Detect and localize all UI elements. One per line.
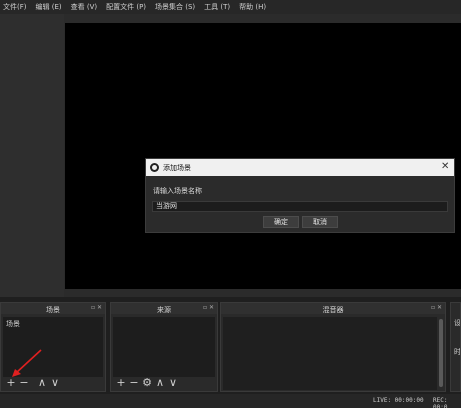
scene-name-label: 请输入场景名称: [153, 187, 202, 195]
dialog-titlebar[interactable]: 添加场景 ✕: [146, 159, 454, 176]
menu-edit[interactable]: 编辑 (E): [36, 2, 62, 12]
controls-dock: 设 时: [450, 302, 461, 392]
dock-controls[interactable]: ▫ ✕: [203, 304, 214, 311]
menu-bar: 文件(F) 编辑 (E) 查看 (V) 配置文件 (P) 场景集合 (S) 工具…: [0, 0, 461, 14]
preview-canvas[interactable]: [65, 23, 461, 289]
dock-header: 来源 ▫ ✕: [111, 303, 217, 314]
live-timer: LIVE: 00:00:00: [373, 397, 424, 404]
dock-header: 场景 ▫ ✕: [1, 303, 105, 314]
list-item[interactable]: 场景: [6, 319, 20, 329]
menu-tools[interactable]: 工具 (T): [204, 2, 230, 12]
rec-timer: REC: 00:0: [433, 397, 448, 408]
ok-button[interactable]: 确定: [263, 216, 299, 228]
menu-view[interactable]: 查看 (V): [71, 2, 97, 12]
move-down-button[interactable]: ∨: [168, 376, 178, 389]
source-list[interactable]: [113, 317, 215, 377]
add-scene-dialog: 添加场景 ✕ 请输入场景名称 当游网 确定 取消: [145, 158, 455, 233]
dock-title: 场景: [46, 306, 60, 314]
menu-profile[interactable]: 配置文件 (P): [106, 2, 146, 12]
menu-file[interactable]: 文件(F): [3, 2, 27, 12]
remove-scene-button[interactable]: −: [19, 376, 29, 389]
dock-title: 混音器: [322, 306, 344, 314]
audio-mixer-dock: 混音器 ▫ ✕: [220, 302, 446, 392]
sources-dock: 来源 ▫ ✕ + − ⚙ ∧ ∨: [110, 302, 218, 392]
add-source-button[interactable]: +: [116, 376, 126, 389]
close-icon[interactable]: ✕: [441, 161, 449, 173]
dialog-title: 添加场景: [163, 164, 191, 172]
gear-icon[interactable]: ⚙: [142, 376, 152, 389]
move-up-button[interactable]: ∧: [155, 376, 165, 389]
remove-source-button[interactable]: −: [129, 376, 139, 389]
scene-name-input[interactable]: 当游网: [152, 201, 448, 212]
preview-side-panel: [0, 14, 64, 297]
mixer-area: [223, 317, 437, 390]
sources-toolbar: + − ⚙ ∧ ∨: [113, 376, 178, 389]
dock-title: 来源: [157, 306, 171, 314]
scenes-toolbar: + − ∧ ∨: [3, 376, 60, 389]
cancel-button[interactable]: 取消: [302, 216, 338, 228]
move-up-button[interactable]: ∧: [37, 376, 47, 389]
status-bar: LIVE: 00:00:00 REC: 00:0: [0, 394, 461, 408]
add-scene-button[interactable]: +: [6, 376, 16, 389]
dock-controls[interactable]: ▫ ✕: [91, 304, 102, 311]
obs-logo-icon: [150, 163, 159, 172]
scrollbar[interactable]: [439, 319, 443, 387]
menu-scene-collection[interactable]: 场景集合 (S): [155, 2, 195, 12]
controls-label: 时: [454, 348, 461, 356]
scene-list[interactable]: 场景: [3, 317, 103, 377]
dock-header: 混音器 ▫ ✕: [221, 303, 445, 314]
dock-controls[interactable]: ▫ ✕: [431, 304, 442, 311]
scenes-dock: 场景 ▫ ✕ 场景 + − ∧ ∨: [0, 302, 106, 392]
controls-label: 设: [454, 319, 461, 327]
move-down-button[interactable]: ∨: [50, 376, 60, 389]
menu-help[interactable]: 帮助 (H): [239, 2, 266, 12]
